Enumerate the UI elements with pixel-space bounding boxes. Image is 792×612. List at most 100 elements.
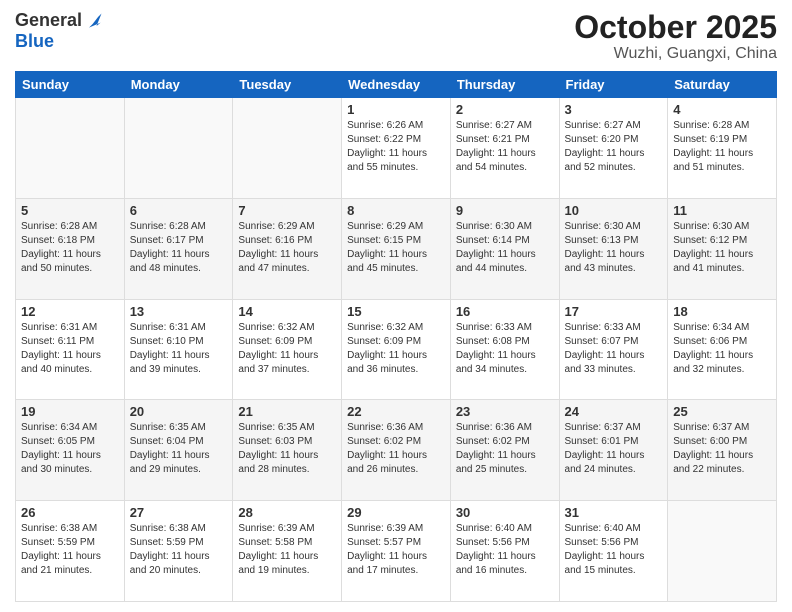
day-info: Sunrise: 6:38 AM Sunset: 5:59 PM Dayligh… bbox=[130, 522, 228, 578]
calendar-cell bbox=[16, 98, 125, 199]
day-number: 29 bbox=[347, 505, 445, 520]
day-number: 11 bbox=[673, 203, 771, 218]
day-info: Sunrise: 6:30 AM Sunset: 6:13 PM Dayligh… bbox=[565, 220, 663, 276]
day-number: 12 bbox=[21, 304, 119, 319]
calendar-day-header: Saturday bbox=[668, 72, 777, 98]
day-info: Sunrise: 6:30 AM Sunset: 6:14 PM Dayligh… bbox=[456, 220, 554, 276]
day-number: 10 bbox=[565, 203, 663, 218]
calendar-cell: 13 Sunrise: 6:31 AM Sunset: 6:10 PM Dayli… bbox=[124, 299, 233, 400]
day-number: 9 bbox=[456, 203, 554, 218]
day-number: 7 bbox=[238, 203, 336, 218]
day-number: 1 bbox=[347, 102, 445, 117]
day-info: Sunrise: 6:33 AM Sunset: 6:08 PM Dayligh… bbox=[456, 321, 554, 377]
day-info: Sunrise: 6:36 AM Sunset: 6:02 PM Dayligh… bbox=[456, 421, 554, 477]
calendar-day-header: Sunday bbox=[16, 72, 125, 98]
day-info: Sunrise: 6:31 AM Sunset: 6:11 PM Dayligh… bbox=[21, 321, 119, 377]
logo-general: General bbox=[15, 10, 82, 31]
calendar-cell: 29 Sunrise: 6:39 AM Sunset: 5:57 PM Dayli… bbox=[342, 501, 451, 602]
day-info: Sunrise: 6:39 AM Sunset: 5:57 PM Dayligh… bbox=[347, 522, 445, 578]
day-number: 27 bbox=[130, 505, 228, 520]
day-info: Sunrise: 6:38 AM Sunset: 5:59 PM Dayligh… bbox=[21, 522, 119, 578]
calendar-cell bbox=[233, 98, 342, 199]
calendar-cell: 24 Sunrise: 6:37 AM Sunset: 6:01 PM Dayli… bbox=[559, 400, 668, 501]
calendar-cell: 3 Sunrise: 6:27 AM Sunset: 6:20 PM Daylig… bbox=[559, 98, 668, 199]
calendar-week-row: 26 Sunrise: 6:38 AM Sunset: 5:59 PM Dayli… bbox=[16, 501, 777, 602]
day-info: Sunrise: 6:28 AM Sunset: 6:19 PM Dayligh… bbox=[673, 119, 771, 175]
calendar-week-row: 12 Sunrise: 6:31 AM Sunset: 6:11 PM Dayli… bbox=[16, 299, 777, 400]
header: General Blue October 2025 Wuzhi, Guangxi… bbox=[15, 10, 777, 63]
calendar-cell: 22Sunrise: 6:36 AM Sunset: 6:02 PM Dayli… bbox=[342, 400, 451, 501]
calendar-cell: 27 Sunrise: 6:38 AM Sunset: 5:59 PM Dayli… bbox=[124, 501, 233, 602]
day-info: Sunrise: 6:30 AM Sunset: 6:12 PM Dayligh… bbox=[673, 220, 771, 276]
day-number: 3 bbox=[565, 102, 663, 117]
calendar-day-header: Thursday bbox=[450, 72, 559, 98]
calendar-cell: 4Sunrise: 6:28 AM Sunset: 6:19 PM Daylig… bbox=[668, 98, 777, 199]
day-number: 8 bbox=[347, 203, 445, 218]
day-info: Sunrise: 6:32 AM Sunset: 6:09 PM Dayligh… bbox=[238, 321, 336, 377]
calendar-cell: 2 Sunrise: 6:27 AM Sunset: 6:21 PM Daylig… bbox=[450, 98, 559, 199]
calendar-cell: 23 Sunrise: 6:36 AM Sunset: 6:02 PM Dayli… bbox=[450, 400, 559, 501]
calendar-cell: 18Sunrise: 6:34 AM Sunset: 6:06 PM Dayli… bbox=[668, 299, 777, 400]
calendar-cell: 30Sunrise: 6:40 AM Sunset: 5:56 PM Dayli… bbox=[450, 501, 559, 602]
day-number: 21 bbox=[238, 404, 336, 419]
calendar-cell: 20Sunrise: 6:35 AM Sunset: 6:04 PM Dayli… bbox=[124, 400, 233, 501]
location: Wuzhi, Guangxi, China bbox=[574, 45, 777, 63]
day-info: Sunrise: 6:27 AM Sunset: 6:20 PM Dayligh… bbox=[565, 119, 663, 175]
day-number: 16 bbox=[456, 304, 554, 319]
calendar-header-row: SundayMondayTuesdayWednesdayThursdayFrid… bbox=[16, 72, 777, 98]
calendar-week-row: 1Sunrise: 6:26 AM Sunset: 6:22 PM Daylig… bbox=[16, 98, 777, 199]
day-info: Sunrise: 6:39 AM Sunset: 5:58 PM Dayligh… bbox=[238, 522, 336, 578]
calendar-table: SundayMondayTuesdayWednesdayThursdayFrid… bbox=[15, 71, 777, 602]
calendar-cell bbox=[124, 98, 233, 199]
day-info: Sunrise: 6:27 AM Sunset: 6:21 PM Dayligh… bbox=[456, 119, 554, 175]
day-info: Sunrise: 6:33 AM Sunset: 6:07 PM Dayligh… bbox=[565, 321, 663, 377]
day-info: Sunrise: 6:31 AM Sunset: 6:10 PM Dayligh… bbox=[130, 321, 228, 377]
day-number: 24 bbox=[565, 404, 663, 419]
calendar-cell: 31Sunrise: 6:40 AM Sunset: 5:56 PM Dayli… bbox=[559, 501, 668, 602]
calendar-week-row: 19Sunrise: 6:34 AM Sunset: 6:05 PM Dayli… bbox=[16, 400, 777, 501]
day-info: Sunrise: 6:37 AM Sunset: 6:00 PM Dayligh… bbox=[673, 421, 771, 477]
calendar-cell: 5 Sunrise: 6:28 AM Sunset: 6:18 PM Daylig… bbox=[16, 198, 125, 299]
day-number: 20 bbox=[130, 404, 228, 419]
calendar-cell: 10 Sunrise: 6:30 AM Sunset: 6:13 PM Dayli… bbox=[559, 198, 668, 299]
calendar-cell: 8 Sunrise: 6:29 AM Sunset: 6:15 PM Daylig… bbox=[342, 198, 451, 299]
calendar-body: 1Sunrise: 6:26 AM Sunset: 6:22 PM Daylig… bbox=[16, 98, 777, 602]
logo-blue: Blue bbox=[15, 31, 54, 52]
day-info: Sunrise: 6:32 AM Sunset: 6:09 PM Dayligh… bbox=[347, 321, 445, 377]
logo-bird-icon bbox=[84, 11, 104, 31]
day-number: 6 bbox=[130, 203, 228, 218]
calendar-cell bbox=[668, 501, 777, 602]
calendar-cell: 17 Sunrise: 6:33 AM Sunset: 6:07 PM Dayli… bbox=[559, 299, 668, 400]
calendar-cell: 12 Sunrise: 6:31 AM Sunset: 6:11 PM Dayli… bbox=[16, 299, 125, 400]
day-info: Sunrise: 6:29 AM Sunset: 6:16 PM Dayligh… bbox=[238, 220, 336, 276]
calendar-cell: 28 Sunrise: 6:39 AM Sunset: 5:58 PM Dayli… bbox=[233, 501, 342, 602]
day-info: Sunrise: 6:35 AM Sunset: 6:03 PM Dayligh… bbox=[238, 421, 336, 477]
month-title: October 2025 bbox=[574, 10, 777, 45]
day-number: 17 bbox=[565, 304, 663, 319]
day-number: 5 bbox=[21, 203, 119, 218]
day-number: 26 bbox=[21, 505, 119, 520]
calendar-cell: 26 Sunrise: 6:38 AM Sunset: 5:59 PM Dayli… bbox=[16, 501, 125, 602]
day-info: Sunrise: 6:28 AM Sunset: 6:17 PM Dayligh… bbox=[130, 220, 228, 276]
day-info: Sunrise: 6:34 AM Sunset: 6:06 PM Dayligh… bbox=[673, 321, 771, 377]
calendar-week-row: 5 Sunrise: 6:28 AM Sunset: 6:18 PM Daylig… bbox=[16, 198, 777, 299]
day-number: 13 bbox=[130, 304, 228, 319]
calendar-cell: 11 Sunrise: 6:30 AM Sunset: 6:12 PM Dayli… bbox=[668, 198, 777, 299]
day-info: Sunrise: 6:28 AM Sunset: 6:18 PM Dayligh… bbox=[21, 220, 119, 276]
calendar-day-header: Monday bbox=[124, 72, 233, 98]
day-number: 14 bbox=[238, 304, 336, 319]
day-info: Sunrise: 6:34 AM Sunset: 6:05 PM Dayligh… bbox=[21, 421, 119, 477]
calendar-day-header: Wednesday bbox=[342, 72, 451, 98]
calendar-day-header: Friday bbox=[559, 72, 668, 98]
calendar-cell: 9 Sunrise: 6:30 AM Sunset: 6:14 PM Daylig… bbox=[450, 198, 559, 299]
day-number: 31 bbox=[565, 505, 663, 520]
day-number: 22 bbox=[347, 404, 445, 419]
title-section: October 2025 Wuzhi, Guangxi, China bbox=[574, 10, 777, 63]
day-number: 28 bbox=[238, 505, 336, 520]
day-info: Sunrise: 6:29 AM Sunset: 6:15 PM Dayligh… bbox=[347, 220, 445, 276]
day-number: 25 bbox=[673, 404, 771, 419]
day-number: 23 bbox=[456, 404, 554, 419]
calendar-cell: 19Sunrise: 6:34 AM Sunset: 6:05 PM Dayli… bbox=[16, 400, 125, 501]
day-info: Sunrise: 6:37 AM Sunset: 6:01 PM Dayligh… bbox=[565, 421, 663, 477]
day-number: 2 bbox=[456, 102, 554, 117]
